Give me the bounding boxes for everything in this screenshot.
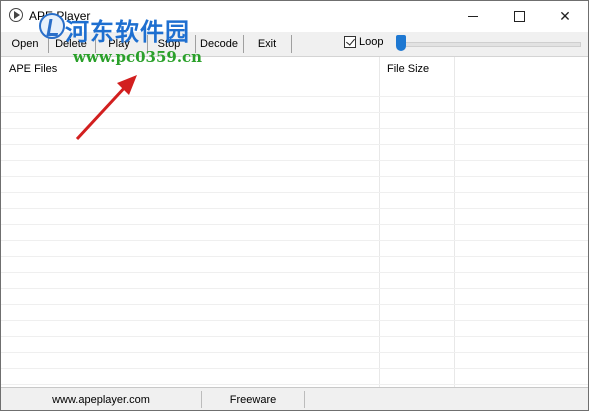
app-window: APE Player ✕ Open Delete Play Stop Decod…: [0, 0, 589, 411]
list-row-line: [1, 337, 588, 353]
volume-slider-track[interactable]: [399, 42, 581, 47]
status-website: www.apeplayer.com: [52, 393, 150, 406]
play-circle-icon: [9, 8, 23, 22]
list-row-line: [1, 193, 588, 209]
loop-toggle[interactable]: Loop: [344, 36, 383, 48]
volume-slider-thumb[interactable]: [396, 35, 406, 51]
status-bar: www.apeplayer.com Freeware: [1, 387, 588, 410]
watermark-title: 河东软件园: [65, 17, 190, 46]
list-row-line: [1, 257, 588, 273]
column-header-size[interactable]: File Size: [379, 57, 454, 81]
decode-button[interactable]: Decode: [197, 32, 241, 56]
close-icon: ✕: [559, 7, 571, 24]
open-button[interactable]: Open: [3, 32, 47, 56]
maximize-icon: [513, 10, 525, 22]
list-row-line: [1, 209, 588, 225]
list-row-line: [1, 161, 588, 177]
status-divider: [304, 391, 305, 408]
watermark-url: www.pc0359.cn: [73, 48, 203, 66]
toolbar-divider: [243, 35, 244, 53]
list-row-line: [1, 369, 588, 385]
maximize-button[interactable]: [496, 1, 542, 31]
loop-checkbox[interactable]: [344, 36, 356, 48]
red-arrow-icon: [75, 75, 137, 141]
minimize-icon: [468, 15, 478, 17]
list-row-line: [1, 289, 588, 305]
close-button[interactable]: ✕: [542, 1, 588, 31]
exit-button[interactable]: Exit: [245, 32, 289, 56]
watermark-logo-icon: [39, 13, 65, 39]
list-row-line: [1, 305, 588, 321]
list-row-line: [1, 225, 588, 241]
minimize-button[interactable]: [450, 1, 496, 31]
list-row-line: [1, 321, 588, 337]
list-row-line: [1, 177, 588, 193]
list-row-line: [1, 273, 588, 289]
loop-label: Loop: [359, 36, 384, 48]
list-row-line: [1, 353, 588, 369]
list-row-line: [1, 241, 588, 257]
toolbar-divider: [291, 35, 292, 53]
status-license: Freeware: [229, 393, 277, 406]
